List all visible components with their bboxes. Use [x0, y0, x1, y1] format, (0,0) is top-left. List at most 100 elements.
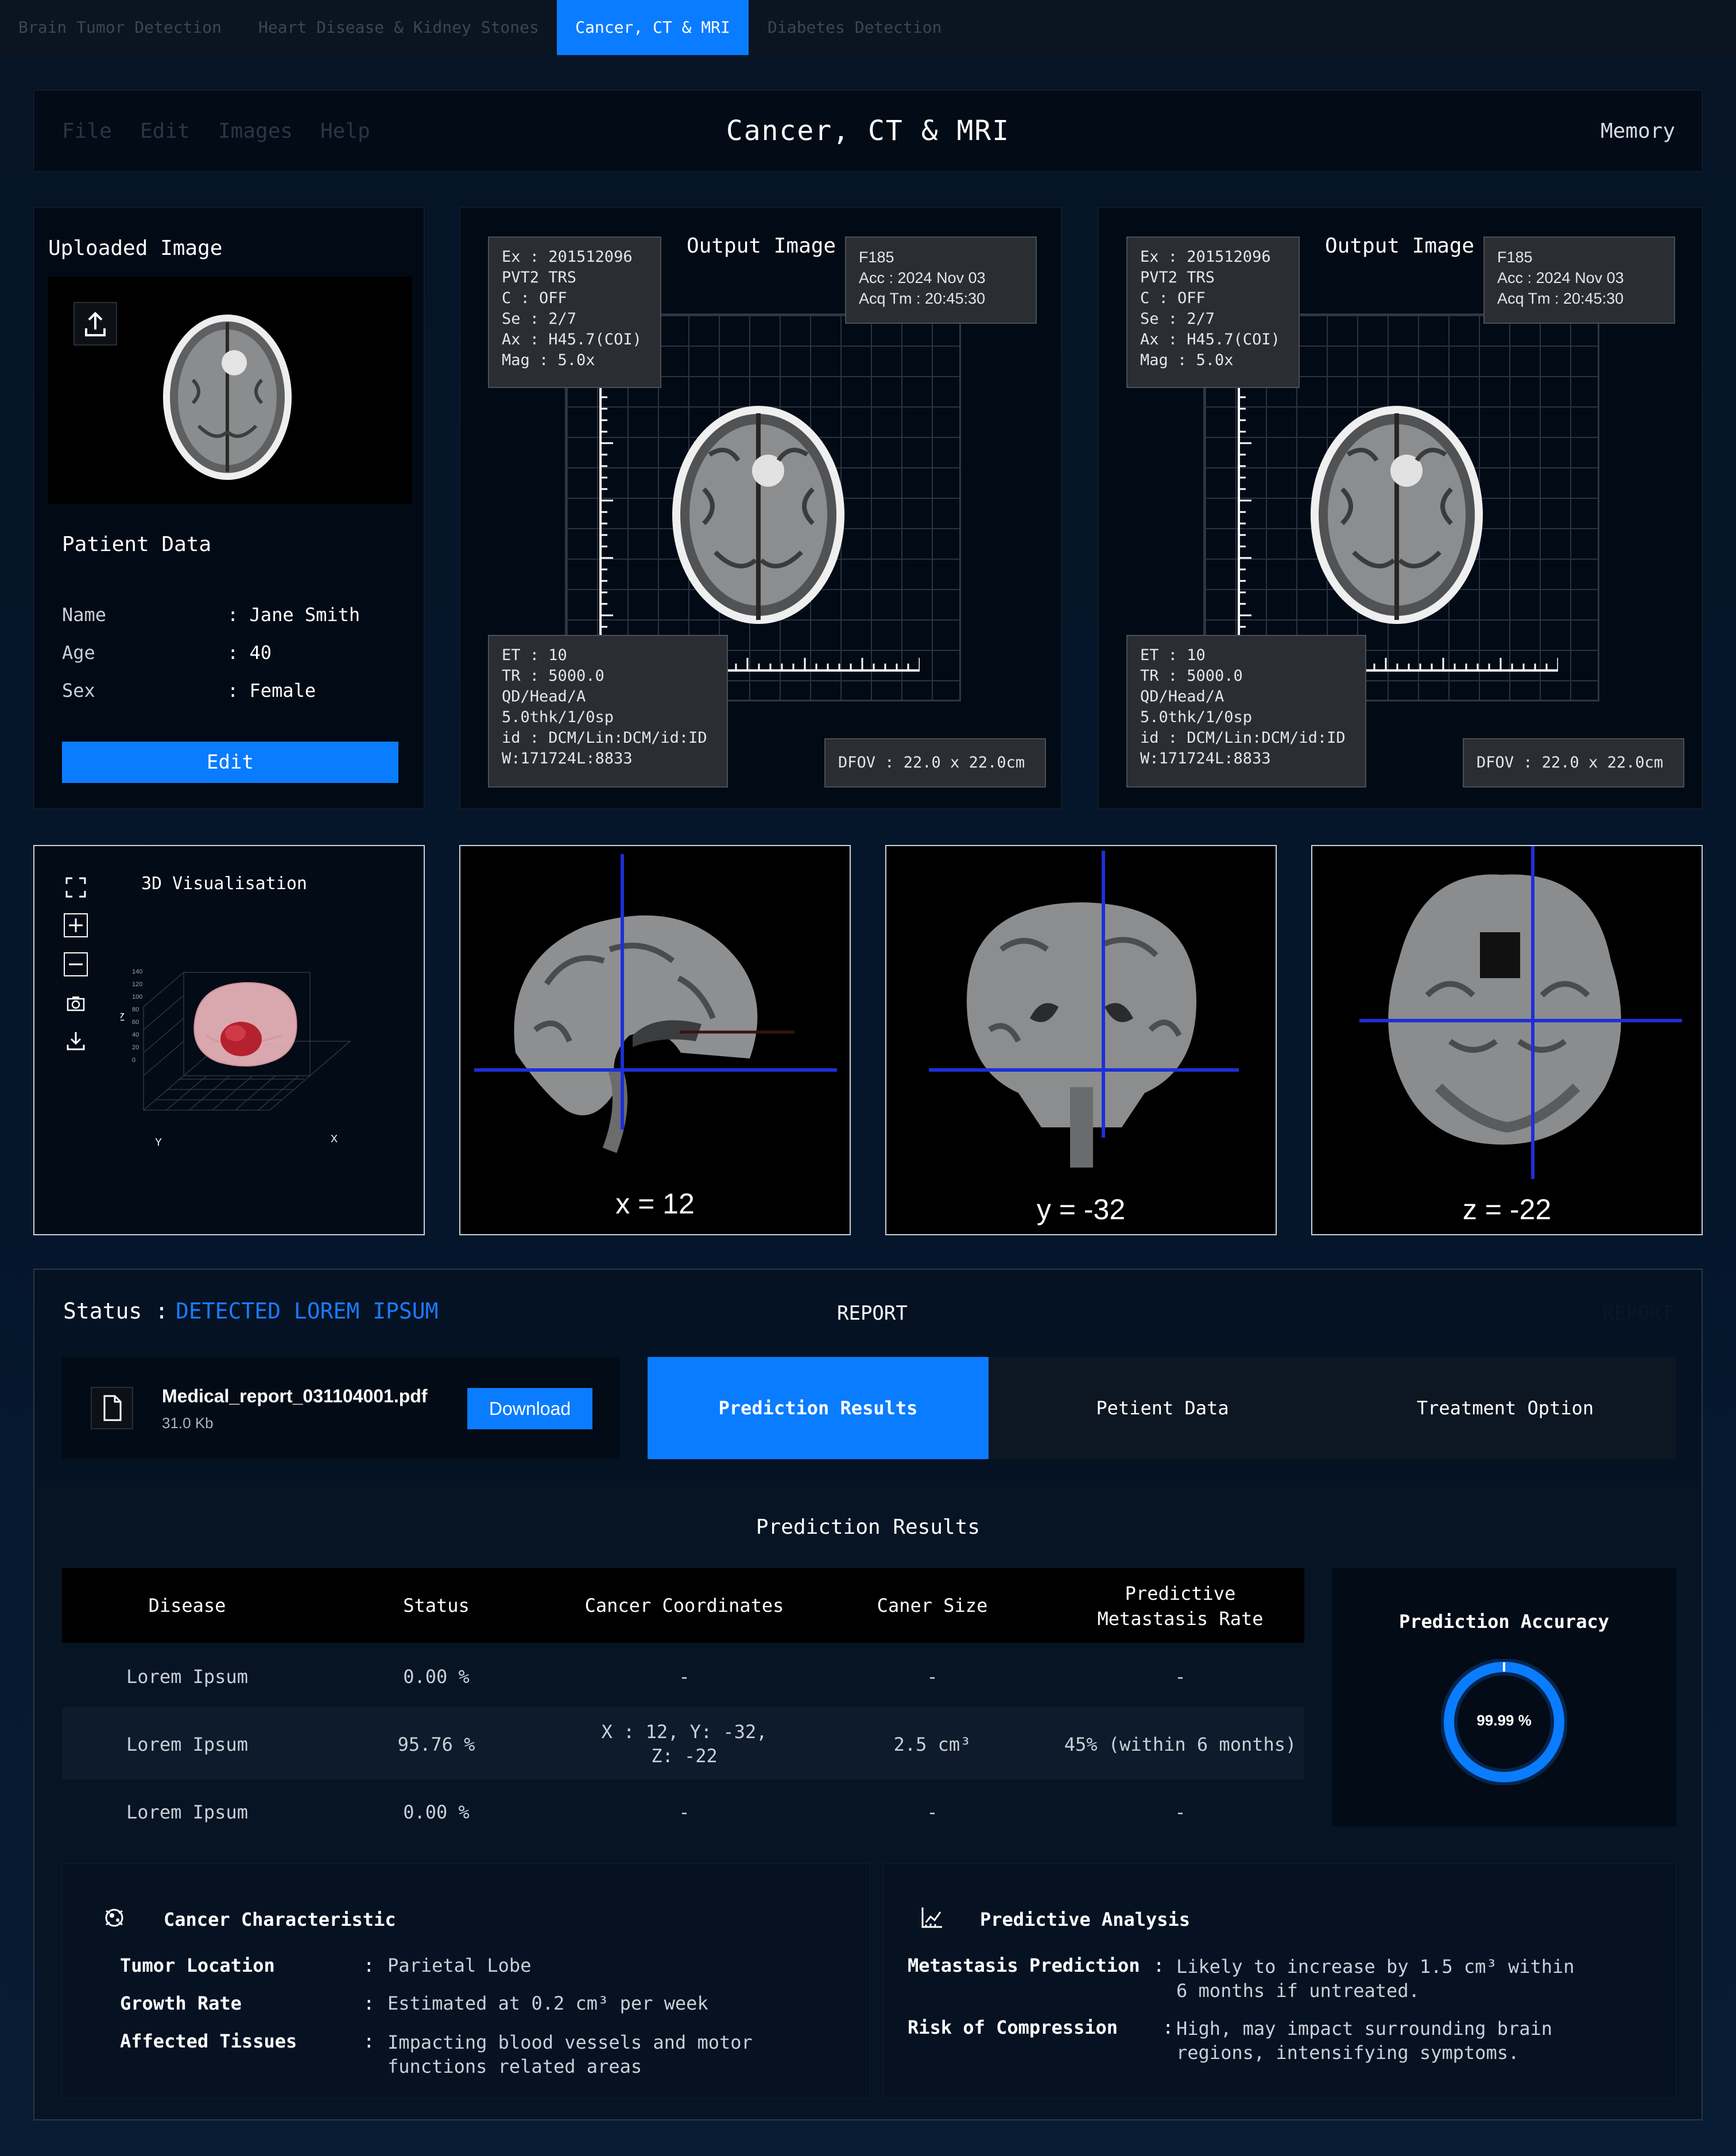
patient-name-label: Name — [62, 604, 107, 626]
svg-text:60: 60 — [132, 1019, 139, 1026]
patient-sex-label: Sex — [62, 680, 95, 701]
axial-slice-image — [1359, 846, 1682, 1179]
cancer-characteristic-card: Cancer Characteristic Tumor Location : P… — [62, 1863, 870, 2099]
status-label: Status : — [63, 1298, 169, 1324]
patient-age-label: Age — [62, 642, 95, 664]
info-box-bottom-right: DFOV : 22.0 x 22.0cm — [824, 738, 1046, 788]
upload-panel: Uploaded Image Patient Data Name : Jane … — [33, 207, 425, 809]
visualisation-title: 3D Visualisation — [141, 874, 307, 894]
cell-coordinates: - — [679, 1666, 690, 1688]
metastasis-prediction-value: Likely to increase by 1.5 cm³ within 6 m… — [1176, 1956, 1575, 2002]
col-disease: Disease — [148, 1595, 226, 1616]
accuracy-value: 99.99 % — [1477, 1712, 1532, 1729]
col-metastasis: Predictive Metastasis Rate — [1097, 1583, 1264, 1630]
info-box-top-left: Ex : 201512096 PVT2 TRS C : OFF Se : 2/7… — [1126, 236, 1300, 388]
tab-patient-data[interactable]: Petient Data — [992, 1357, 1333, 1459]
coronal-slice-panel[interactable]: y = -32 — [885, 845, 1277, 1235]
svg-text:100: 100 — [132, 994, 142, 1001]
cell-disease: Lorem Ipsum — [126, 1734, 248, 1755]
cell-size: 2.5 cm³ — [893, 1734, 971, 1755]
cell-status: 0.00 % — [403, 1801, 470, 1823]
info-box-top-left: Ex : 201512096 PVT2 TRS C : OFF Se : 2/7… — [488, 236, 661, 388]
download-icon[interactable] — [63, 1029, 88, 1054]
cell-coordinates: - — [679, 1801, 690, 1823]
prediction-results-title: Prediction Results — [755, 1515, 981, 1539]
cell-status: 0.00 % — [403, 1666, 470, 1688]
camera-icon[interactable] — [63, 991, 88, 1016]
output-image-canvas[interactable]: Output Image Ex : 201512096 PVT2 TRS C :… — [1099, 208, 1702, 808]
upload-title: Uploaded Image — [48, 236, 223, 260]
coronal-slice-image — [929, 851, 1239, 1168]
file-icon — [91, 1387, 133, 1429]
info-box-bottom-right: DFOV : 22.0 x 22.0cm — [1463, 738, 1684, 788]
output-image-panel-2: Output Image Ex : 201512096 PVT2 TRS C :… — [1098, 207, 1703, 809]
report-title: REPORT — [837, 1302, 908, 1325]
upload-icon[interactable] — [73, 302, 117, 346]
colon: : — [363, 2030, 375, 2052]
file-size: 31.0 Kb — [162, 1414, 214, 1432]
table-row[interactable]: Lorem Ipsum 0.00 % - - - — [62, 1643, 1304, 1707]
vertical-ruler — [1238, 386, 1251, 638]
tab-heart-kidney[interactable]: Heart Disease & Kidney Stones — [240, 0, 557, 55]
tab-treatment-option[interactable]: Treatment Option — [1334, 1357, 1676, 1459]
cell-size: - — [927, 1801, 938, 1823]
zoom-out-icon[interactable] — [63, 952, 88, 977]
tumor-location-value: Parietal Lobe — [388, 1955, 532, 1976]
svg-text:0: 0 — [132, 1057, 135, 1064]
tab-brain-tumor-detection[interactable]: Brain Tumor Detection — [0, 0, 240, 55]
cell-size: - — [927, 1666, 938, 1688]
col-status: Status — [403, 1595, 470, 1616]
risk-of-compression-label: Risk of Compression — [908, 2017, 1118, 2038]
tab-diabetes-detection[interactable]: Diabetes Detection — [749, 0, 960, 55]
patient-sex-value: : Female — [227, 680, 316, 701]
output-image-canvas[interactable]: Output Image Ex : 201512096 PVT2 TRS C :… — [460, 208, 1061, 808]
report-tabs: Prediction Results Petient Data Treatmen… — [648, 1357, 1676, 1459]
tab-prediction-results[interactable]: Prediction Results — [648, 1357, 989, 1459]
uploaded-image-frame[interactable] — [48, 277, 412, 504]
memory-menu[interactable]: Memory — [1601, 119, 1675, 143]
info-box-bottom-left: ET : 10 TR : 5000.0 QD/Head/A 5.0thk/1/0… — [1126, 635, 1366, 788]
tab-cancer-ct-mri[interactable]: Cancer, CT & MRI — [557, 0, 749, 55]
growth-rate-value: Estimated at 0.2 cm³ per week — [388, 1992, 708, 2014]
risk-of-compression-value: High, may impact surrounding brain regio… — [1176, 2018, 1553, 2064]
patient-name-value: : Jane Smith — [227, 604, 361, 626]
growth-rate-label: Growth Rate — [120, 1992, 242, 2014]
analysis-chart-icon — [921, 1907, 942, 1928]
menu-bar: File Edit Images Help Cancer, CT & MRI M… — [33, 90, 1703, 172]
svg-text:Z: Z — [121, 1011, 125, 1023]
table-row[interactable]: Lorem Ipsum 0.00 % - - - — [62, 1779, 1304, 1835]
svg-text:40: 40 — [132, 1032, 139, 1038]
patient-age-value: : 40 — [227, 642, 272, 664]
axial-slice-panel[interactable]: z = -22 — [1311, 845, 1703, 1235]
axial-slice-label: z = -22 — [1462, 1193, 1552, 1226]
tumor-location-label: Tumor Location — [120, 1955, 275, 1976]
3d-brain-render[interactable]: 140 120 100 80 60 40 20 0 Z Y X — [121, 949, 385, 1191]
report-file-card: Medical_report_031104001.pdf 31.0 Kb Dow… — [62, 1357, 620, 1459]
sagittal-slice-panel[interactable]: x = 12 — [459, 845, 851, 1235]
svg-text:X: X — [331, 1133, 338, 1145]
fullscreen-icon[interactable] — [63, 875, 88, 900]
cell-metastasis: 45% (within 6 months) — [1064, 1734, 1297, 1755]
output-image-title: Output Image — [687, 234, 836, 258]
cell-disease: Lorem Ipsum — [126, 1801, 248, 1823]
colon: : — [363, 1992, 375, 2014]
metastasis-prediction-label: Metastasis Prediction — [908, 1955, 1140, 1976]
info-box-top-right: F185 Acc : 2024 Nov 03 Acq Tm : 20:45:30 — [1483, 236, 1675, 324]
predictive-analysis-card: Predictive Analysis Metastasis Predictio… — [883, 1863, 1676, 2099]
report-ghost-label: REPORT — [1602, 1302, 1673, 1325]
output-image-panel-1: Output Image Ex : 201512096 PVT2 TRS C :… — [459, 207, 1062, 809]
edit-button[interactable]: Edit — [62, 742, 398, 783]
info-box-top-right: F185 Acc : 2024 Nov 03 Acq Tm : 20:45:30 — [845, 236, 1037, 324]
coronal-slice-label: y = -32 — [1036, 1193, 1126, 1226]
characteristic-title: Cancer Characteristic — [164, 1909, 396, 1930]
zoom-in-icon[interactable] — [63, 913, 88, 938]
svg-text:80: 80 — [132, 1006, 139, 1013]
download-button[interactable]: Download — [467, 1388, 592, 1429]
svg-text:140: 140 — [132, 968, 142, 975]
module-tab-bar: Brain Tumor Detection Heart Disease & Ki… — [0, 0, 1736, 55]
output-brain-scan — [672, 406, 844, 624]
table-row[interactable]: Lorem Ipsum 95.76 % X : 12, Y: -32, Z: -… — [62, 1707, 1304, 1779]
cell-metastasis: - — [1175, 1801, 1186, 1823]
svg-text:120: 120 — [132, 981, 142, 988]
cell-icon — [105, 1909, 123, 1927]
